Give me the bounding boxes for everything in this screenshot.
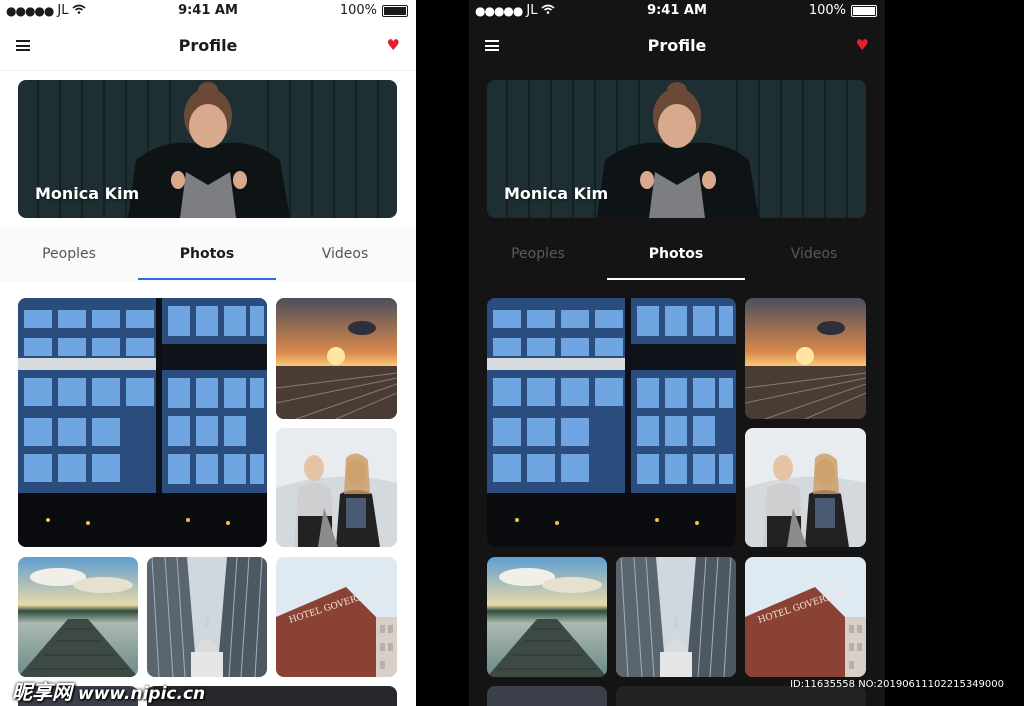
tab-videos[interactable]: Videos: [276, 228, 414, 282]
photo-sunset-railyard[interactable]: [745, 298, 866, 419]
photo-lake-pier[interactable]: [18, 557, 138, 677]
status-bar: ●●●●● JL 9:41 AM 100%: [0, 0, 416, 24]
battery-icon: [382, 4, 408, 17]
photo-partial-1[interactable]: [487, 686, 607, 706]
photo-dome-towers[interactable]: [616, 557, 736, 677]
profile-name: Monica Kim: [35, 184, 140, 203]
photo-hotel-governor[interactable]: HOTEL GOVERNOR: [745, 557, 866, 677]
tab-photos[interactable]: Photos: [607, 228, 745, 282]
watermark-url: www.nipic.cn: [78, 684, 206, 704]
photo-dome-towers[interactable]: [147, 557, 267, 677]
tab-peoples-label: Peoples: [42, 246, 96, 262]
tab-peoples[interactable]: Peoples: [0, 228, 138, 282]
phone-dark: ●●●●● JL 9:41 AM 100% Profile ♥ Monica K…: [469, 0, 885, 706]
tab-peoples-label: Peoples: [511, 246, 565, 262]
page-title: Profile: [178, 36, 238, 55]
tab-photos[interactable]: Photos: [138, 228, 276, 282]
photo-two-women[interactable]: [745, 428, 866, 547]
tab-videos-label: Videos: [321, 246, 369, 262]
app-header-dark: Profile ♥: [469, 24, 885, 70]
tab-peoples[interactable]: Peoples: [469, 228, 607, 282]
tab-videos-label: Videos: [790, 246, 838, 262]
heart-icon[interactable]: ♥: [856, 36, 869, 54]
profile-cover: Monica Kim: [487, 80, 866, 218]
profile-cover: Monica Kim: [18, 80, 397, 218]
image-id: ID:11635558 NO:20190611102215349000: [790, 679, 1004, 690]
active-tab-indicator: [138, 278, 276, 280]
tab-videos[interactable]: Videos: [745, 228, 883, 282]
phone-light: ●●●●● JL 9:41 AM 100% Profile ♥ Monica K…: [0, 0, 416, 706]
battery-percent: 100%: [339, 3, 377, 18]
tab-bar: Peoples Photos Videos: [0, 228, 416, 282]
page-title: Profile: [647, 36, 707, 55]
photo-hotel-governor[interactable]: HOTEL GOVERNOR: [276, 557, 397, 677]
photo-building[interactable]: [18, 298, 267, 547]
tab-photos-label: Photos: [179, 246, 235, 262]
heart-icon[interactable]: ♥: [387, 36, 400, 54]
tab-bar-dark: Peoples Photos Videos: [469, 228, 885, 282]
battery-icon: [851, 4, 877, 17]
photo-sunset-railyard[interactable]: [276, 298, 397, 419]
photo-building[interactable]: [487, 298, 736, 547]
tab-photos-label: Photos: [648, 246, 704, 262]
photo-lake-pier[interactable]: [487, 557, 607, 677]
watermark: 昵享网 www.nipic.cn: [12, 676, 205, 705]
active-tab-indicator: [607, 278, 745, 280]
battery-percent: 100%: [808, 3, 846, 18]
status-bar-dark: ●●●●● JL 9:41 AM 100%: [469, 0, 885, 24]
app-header: Profile ♥: [0, 24, 416, 71]
watermark-site: 昵享网: [12, 680, 72, 704]
profile-name: Monica Kim: [504, 184, 609, 203]
photo-two-women[interactable]: [276, 428, 397, 547]
